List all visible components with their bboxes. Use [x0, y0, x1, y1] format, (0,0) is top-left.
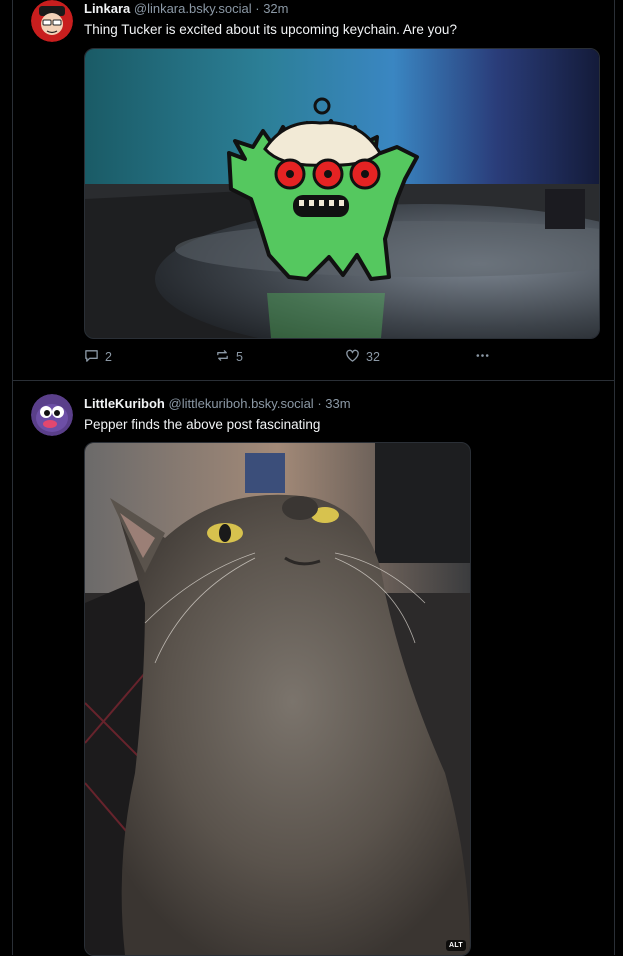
post-actions: 2 5 32: [84, 348, 504, 366]
more-icon: [475, 348, 490, 366]
alt-badge[interactable]: ALT: [446, 940, 466, 951]
reply-icon: [84, 348, 99, 366]
post-image[interactable]: ALT: [84, 442, 471, 956]
like-count: 32: [366, 350, 380, 364]
repost-button[interactable]: 5: [215, 348, 243, 366]
reply-count: 2: [105, 350, 112, 364]
separator: ·: [317, 396, 322, 411]
reply-button[interactable]: 2: [84, 348, 112, 366]
avatar[interactable]: [31, 394, 73, 436]
avatar[interactable]: [31, 0, 73, 42]
separator: ·: [255, 1, 260, 16]
post-header: Linkara @linkara.bsky.social · 32m: [84, 1, 288, 17]
author-name[interactable]: LittleKuriboh: [84, 396, 165, 411]
post-time[interactable]: 32m: [263, 1, 288, 16]
feed: Linkara @linkara.bsky.social · 32m Thing…: [12, 0, 615, 956]
repost-icon: [215, 348, 230, 366]
author-handle[interactable]: @littlekuriboh.bsky.social: [169, 396, 314, 411]
post-time[interactable]: 33m: [325, 396, 350, 411]
author-handle[interactable]: @linkara.bsky.social: [134, 1, 252, 16]
post-text: Thing Tucker is excited about its upcomi…: [84, 22, 457, 37]
author-name[interactable]: Linkara: [84, 1, 130, 16]
heart-icon: [345, 348, 360, 366]
post-image[interactable]: [84, 48, 600, 339]
post-text: Pepper finds the above post fascinating: [84, 417, 321, 432]
like-button[interactable]: 32: [345, 348, 380, 366]
post[interactable]: LittleKuriboh @littlekuriboh.bsky.social…: [13, 381, 614, 956]
post-header: LittleKuriboh @littlekuriboh.bsky.social…: [84, 396, 351, 412]
post[interactable]: Linkara @linkara.bsky.social · 32m Thing…: [13, 0, 614, 381]
repost-count: 5: [236, 350, 243, 364]
more-button[interactable]: [475, 348, 490, 366]
